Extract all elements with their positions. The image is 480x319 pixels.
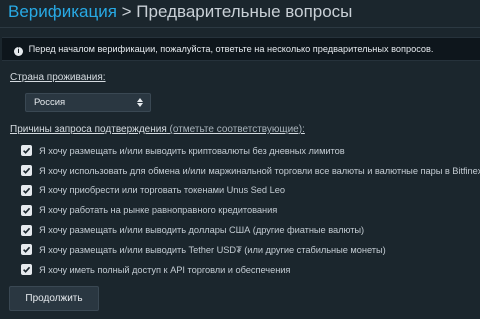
reason-label: Я хочу размещать и/или выводить доллары … (39, 225, 365, 236)
reason-item: Я хочу размещать и/или выводить Tether U… (21, 240, 480, 260)
checkbox-reason-2[interactable] (21, 165, 32, 177)
checkbox-reason-3[interactable] (21, 184, 32, 196)
page-title: Верификация > Предварительные вопросы (8, 1, 352, 23)
reason-item: Я хочу использовать для обмена и/или мар… (21, 161, 480, 181)
reasons-label: Причины запроса подтверждения (отметьте … (10, 124, 305, 135)
checkmark-icon (23, 207, 31, 214)
country-select[interactable]: Россия (25, 93, 151, 112)
continue-button[interactable]: Продолжить (9, 286, 99, 311)
checkmark-icon (23, 187, 31, 194)
reasons-list: Я хочу размещать и/или выводить криптова… (21, 141, 480, 280)
select-arrows-icon (136, 96, 144, 109)
checkmark-icon (23, 148, 31, 155)
country-selected-value: Россия (34, 97, 66, 108)
reason-label: Я хочу использовать для обмена и/или мар… (39, 165, 480, 176)
checkbox-reason-1[interactable] (21, 145, 32, 157)
reason-label: Я хочу размещать и/или выводить криптова… (39, 145, 345, 156)
breadcrumb-current: > Предварительные вопросы (116, 2, 353, 21)
reason-item: Я хочу работать на рынке равноправного к… (21, 200, 480, 220)
checkbox-reason-5[interactable] (21, 224, 32, 236)
breadcrumb-verification-link[interactable]: Верификация (8, 2, 117, 21)
info-icon: i (14, 47, 23, 56)
reason-item: Я хочу размещать и/или выводить доллары … (21, 220, 480, 240)
checkbox-reason-4[interactable] (21, 204, 32, 216)
checkbox-reason-6[interactable] (21, 244, 32, 256)
reason-item: Я хочу размещать и/или выводить криптова… (21, 141, 480, 161)
checkmark-icon (23, 266, 31, 274)
reason-item: Я хочу иметь полный доступ к API торговл… (21, 260, 480, 280)
checkmark-icon (23, 227, 31, 234)
reason-label: Я хочу размещать и/или выводить Tether U… (39, 244, 386, 255)
divider (0, 27, 480, 28)
notice-text: Перед началом верификации, пожалуйста, о… (28, 44, 434, 54)
checkmark-icon (23, 167, 31, 175)
reasons-hint: (отметьте соответствующие): (166, 124, 305, 135)
country-label: Страна проживания: (10, 72, 106, 83)
reason-label: Я хочу приобрести или торговать токенами… (39, 185, 285, 196)
reason-label: Я хочу работать на рынке равноправного к… (39, 205, 278, 216)
reasons-label-text: Причины запроса подтверждения (10, 124, 167, 135)
checkbox-reason-7[interactable] (21, 264, 32, 276)
checkmark-icon (23, 247, 31, 254)
info-notice: i Перед началом верификации, пожалуйста,… (2, 37, 480, 61)
reason-label: Я хочу иметь полный доступ к API торговл… (39, 264, 291, 275)
reason-item: Я хочу приобрести или торговать токенами… (21, 181, 480, 201)
